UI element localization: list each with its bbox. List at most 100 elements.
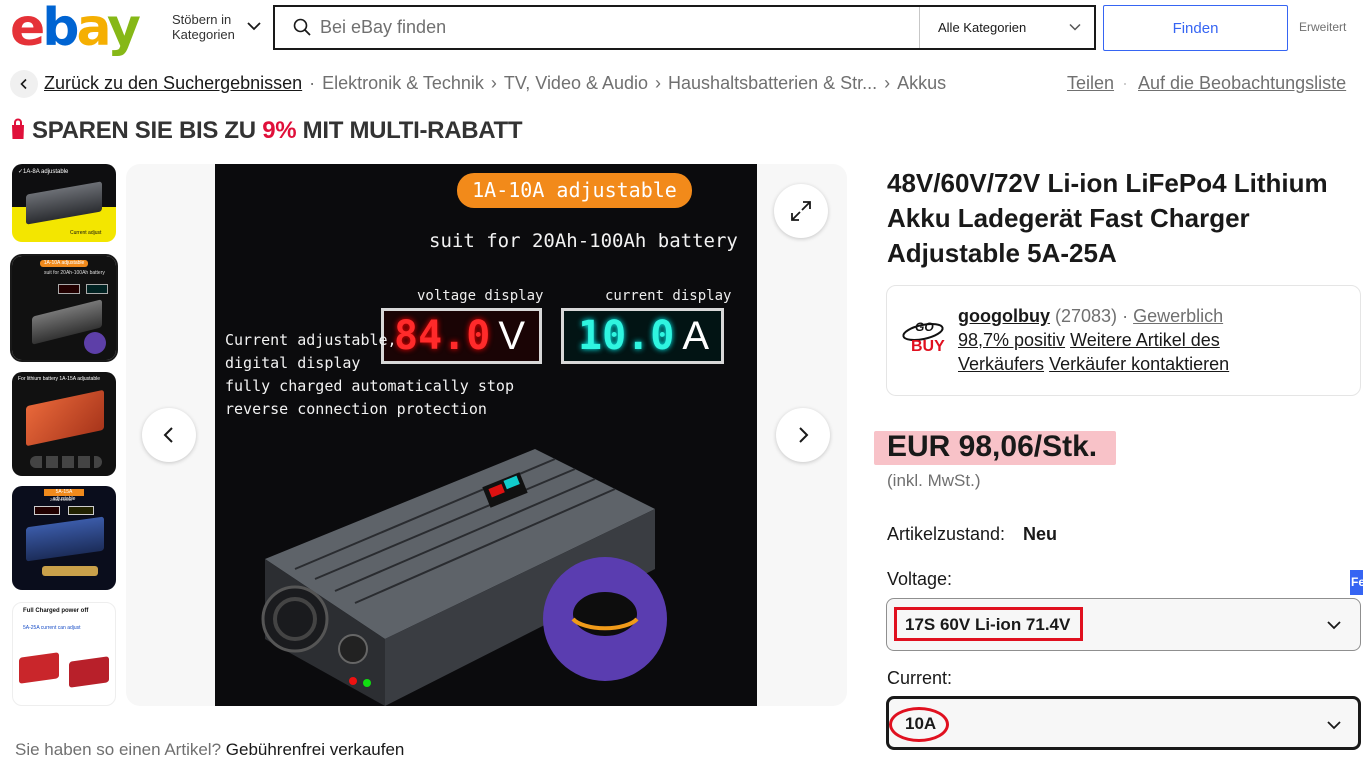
hero-subtitle: suit for 20Ah-100Ah battery [429,230,738,252]
knob-image [84,332,106,354]
thumbnail-2[interactable]: 1A-10A adjustable suit for 20Ah-100Ah ba… [10,254,118,362]
thumbnail-text: For lithium battery 1A-15A adjustable [18,376,100,382]
breadcrumb-item[interactable]: Akkus [897,73,946,94]
promo-percent: 9% [262,117,297,144]
search-icon [293,18,311,36]
promo-prefix: SPAREN SIE BIS ZU [32,117,263,144]
feature-list: Current adjustable, digital display full… [225,329,514,421]
charger-image [26,389,104,447]
vat-note: (inkl. MwSt.) [887,471,981,490]
sell-link[interactable]: Gebührenfrei verkaufen [226,740,405,757]
accessory-image [42,566,98,576]
sell-prompt: Sie haben so einen Artikel? Gebührenfrei… [15,740,404,757]
expand-icon [791,201,811,221]
seller-separator: · [1122,306,1129,326]
seller-info-line2: 98,7% positiv Weitere Artikel des [958,328,1220,352]
thumbnail-5[interactable]: Full Charged power off 5A-25A current ca… [12,602,116,706]
browse-label-line2: Kategorien [172,27,235,42]
contact-seller-link[interactable]: Verkäufer kontaktieren [1049,354,1229,374]
feature-item: digital display [225,354,361,372]
seller-name-link[interactable]: googolbuy [958,306,1050,326]
chevron-down-icon[interactable] [1068,20,1082,34]
seller-logo[interactable]: GO BUY [899,316,947,364]
action-separator: · [1122,73,1128,93]
search-input[interactable] [320,8,910,46]
more-items-link[interactable]: Weitere Artikel des [1070,330,1220,350]
promo-suffix: MIT MULTI-RABATT [296,117,523,144]
price: EUR 98,06/Stk. [887,430,1098,463]
fullscreen-button[interactable] [774,184,828,238]
voltage-display-mini [58,284,80,294]
feature-item: reverse connection protection [225,400,487,418]
product-title: 48V/60V/72V Li-ion LiFePo4 Lithium Akku … [887,168,1328,268]
ebay-logo[interactable]: ebay [10,0,141,58]
thumbnail-4[interactable]: 5A-15A adjustable 20Ah-150Ah [12,486,116,590]
chevron-down-icon [1327,621,1341,630]
chevron-left-icon [163,427,173,443]
breadcrumb-item[interactable]: TV, Video & Audio [504,73,648,94]
chevron-right-icon [799,427,809,443]
back-to-results-link[interactable]: Zurück zu den Suchergebnissen [44,73,302,94]
chevron-down-icon [1327,721,1341,730]
chevron-right-icon: › [884,73,891,93]
breadcrumb-item[interactable]: Elektronik & Technik [322,73,484,94]
charger-illustration [261,449,667,706]
thumbnail-text: suit for 20Ah-100Ah battery [44,270,105,276]
voltage-label: Voltage: [887,569,953,589]
sell-question: Sie haben so einen Artikel? [15,740,226,757]
logo-letter-a: a [76,0,110,58]
back-button[interactable] [10,70,38,98]
feature-item: Current adjustable, [225,331,397,349]
thumbnail-3[interactable]: For lithium battery 1A-15A adjustable [12,372,116,476]
more-items-link-cont[interactable]: Verkäufers [958,354,1044,374]
thumbnail-1[interactable]: ✓1A-8A adjustable Current adjust [12,164,116,242]
current-caption: current display [605,288,732,304]
seller-info-line1: googolbuy (27083) · Gewerblich [958,304,1223,328]
adjustable-badge: 1A-10A adjustable [457,173,692,208]
current-display: 10.0 A [561,308,724,364]
charger-image [26,181,102,225]
feedback-tab[interactable]: Fe [1350,570,1363,595]
thumbnail-badge: 1A-10A adjustable [40,260,88,267]
seller-logo-text: BUY [911,338,945,355]
next-image-button[interactable] [776,408,830,462]
condition-label: Artikelzustand: [887,524,1006,544]
category-divider [919,7,920,48]
seller-info-line3: Verkäufers Verkäufer kontaktieren [958,352,1229,376]
condition-value: Neu [1023,524,1058,544]
browse-label-line1: Stöbern in [172,12,232,27]
seller-logo-text: GO [915,320,934,334]
logo-letter-y: y [107,0,141,58]
previous-image-button[interactable] [142,408,196,462]
chevron-left-icon [20,78,27,90]
main-product-image[interactable]: 1A-10A adjustable suit for 20Ah-100Ah ba… [215,164,757,706]
charger-image [69,656,109,688]
charger-image [19,652,59,684]
add-to-watchlist-link[interactable]: Auf die Beobachtungsliste [1138,73,1346,94]
current-annotation-circle [889,707,949,742]
share-link[interactable]: Teilen [1067,73,1114,94]
thumbnail-text: ✓1A-8A adjustable [18,169,69,175]
seller-positive-link[interactable]: 98,7% positiv [958,330,1065,350]
breadcrumb: Zurück zu den Suchergebnissen · Elektron… [44,73,946,94]
seller-type-link[interactable]: Gewerblich [1133,306,1223,326]
current-select[interactable] [886,696,1361,750]
find-button[interactable]: Finden [1103,5,1288,51]
breadcrumb-item[interactable]: Haushaltsbatterien & Str... [668,73,877,94]
voltage-annotation-box [894,607,1083,641]
browse-categories-button[interactable]: Stöbern in Kategorien [172,12,242,42]
advanced-search-link[interactable]: Erweitert [1299,20,1346,34]
voltage-display-mini [34,506,60,515]
logo-letter-b: b [42,0,79,58]
thumbnail-text: 20Ah-150Ah [50,497,73,502]
logo-letter-e: e [10,0,45,58]
category-select[interactable]: Alle Kategorien [938,20,1026,35]
promo-banner: SPAREN SIE BIS ZU 9% MIT MULTI-RABATT [32,117,523,145]
breadcrumb-separator: · [309,73,316,93]
shopping-bag-icon [12,118,24,139]
chevron-down-icon[interactable] [246,18,262,34]
current-reading: 10.0 [578,313,675,359]
chevron-right-icon: › [655,73,662,93]
seller-feedback-count: (27083) [1055,306,1118,326]
feature-icons [30,456,102,468]
